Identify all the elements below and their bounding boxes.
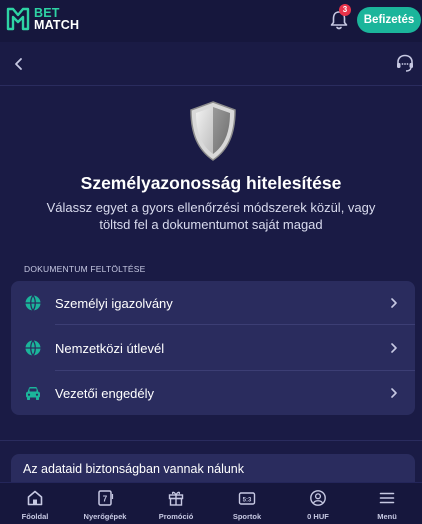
- document-option-label: Vezetői engedély: [55, 385, 155, 401]
- home-icon: [27, 490, 43, 506]
- nav-home[interactable]: Főoldal: [0, 483, 70, 524]
- nav-sports[interactable]: 5:3 Sportok: [212, 483, 282, 524]
- top-bar: BET MATCH 3 Befizetés: [0, 0, 422, 42]
- document-option-passport[interactable]: Nemzetközi útlevél: [11, 326, 415, 370]
- logo-text: BET MATCH: [34, 7, 80, 32]
- document-options-card: Személyi igazolvány Nemzetközi útlevél V…: [11, 281, 415, 415]
- globe-icon: [25, 340, 41, 356]
- page-subtitle: Válassz egyet a gyors ellenőrzési módsze…: [46, 200, 376, 232]
- scoreboard-icon: 5:3: [238, 492, 256, 505]
- logo-line2: MATCH: [34, 18, 80, 32]
- nav-label: 0 HUF: [307, 512, 329, 521]
- document-option-drivers-license[interactable]: Vezetői engedély: [11, 371, 415, 415]
- nav-label: Nyerőgépek: [83, 512, 127, 521]
- nav-menu[interactable]: Menü: [352, 483, 422, 524]
- sub-header: [0, 42, 422, 86]
- nav-label: Promóció: [158, 512, 194, 521]
- menu-icon: [379, 492, 395, 504]
- bottom-navigation: Főoldal 7 Nyerőgépek Promóció 5:3 Sporto…: [0, 482, 422, 524]
- deposit-button[interactable]: Befizetés: [357, 7, 421, 33]
- security-info-text: Az adataid biztonságban vannak nálunk: [23, 462, 244, 476]
- document-option-id-card[interactable]: Személyi igazolvány: [11, 281, 415, 325]
- nav-slots[interactable]: 7 Nyerőgépek: [70, 483, 140, 524]
- globe-icon: [25, 295, 41, 311]
- nav-account-balance[interactable]: 0 HUF: [283, 483, 353, 524]
- shield-icon: [190, 101, 236, 161]
- section-label: DOKUMENTUM FELTÖLTÉSE: [24, 264, 146, 274]
- chevron-right-icon: [391, 343, 397, 353]
- svg-text:7: 7: [103, 495, 108, 504]
- car-icon: [26, 387, 40, 400]
- nav-promotions[interactable]: Promóció: [141, 483, 211, 524]
- support-headset-icon[interactable]: [395, 53, 415, 73]
- notification-badge: 3: [339, 4, 351, 16]
- gift-icon: [168, 491, 184, 506]
- page-title: Személyazonosság hitelesítése: [80, 173, 342, 193]
- document-option-label: Személyi igazolvány: [55, 295, 173, 311]
- slot-machine-icon: 7: [98, 490, 114, 506]
- section-divider: [0, 440, 422, 441]
- svg-text:5:3: 5:3: [243, 497, 252, 503]
- chevron-right-icon: [391, 388, 397, 398]
- logo[interactable]: BET MATCH: [6, 6, 79, 32]
- chevron-right-icon: [391, 298, 397, 308]
- nav-label: Sportok: [232, 512, 262, 521]
- document-option-label: Nemzetközi útlevél: [55, 340, 165, 356]
- nav-label: Menü: [377, 512, 397, 521]
- row-divider: [55, 324, 415, 325]
- logo-mark-icon: [6, 7, 30, 31]
- back-chevron-icon[interactable]: [12, 57, 26, 71]
- nav-label: Főoldal: [21, 512, 49, 521]
- user-icon: [310, 490, 326, 506]
